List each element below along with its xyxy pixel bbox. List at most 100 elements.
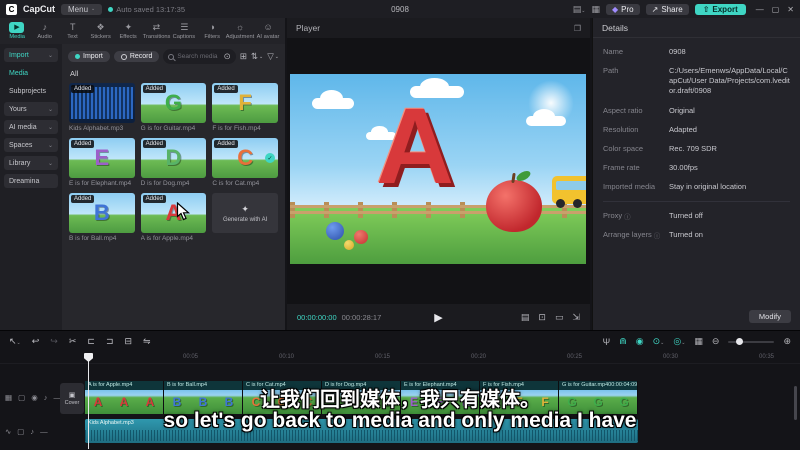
linking-icon[interactable]: ⊙⌄ [653, 336, 665, 347]
tab-transitions[interactable]: ⇄ Transitions [142, 22, 171, 40]
record-button[interactable]: Record [113, 51, 160, 62]
sidebar-item-spaces[interactable]: Spaces ⌄ [4, 138, 58, 152]
detail-row-name: Name 0908 [603, 47, 686, 56]
divider [603, 201, 790, 203]
voiceover-mic-icon[interactable]: Ψ [603, 337, 611, 347]
zoom-out-icon[interactable]: ⊖ [712, 336, 720, 347]
video-thumbnail[interactable]: Added C ✓ [212, 138, 278, 178]
media-item-c-cat[interactable]: Added C ✓ C is for Cat.mp4 [212, 138, 278, 187]
added-badge: Added [71, 85, 95, 93]
export-icon: ⇧ [702, 4, 710, 14]
media-item-g-guitar[interactable]: Added G G is for Guitar.mp4 [140, 83, 207, 132]
maximize-button[interactable]: ▢ [772, 5, 780, 14]
ratio-icon[interactable]: ▭ [555, 312, 564, 323]
minimize-button[interactable]: — [756, 5, 764, 14]
redo-icon[interactable]: ↪ [50, 336, 58, 347]
export-button[interactable]: ⇧ Export [694, 3, 746, 15]
video-thumbnail[interactable]: Added F [212, 83, 278, 123]
media-grid: Added Kids Alphabet.mp3 Added G G is for… [62, 78, 285, 247]
menu-button[interactable]: Menu ⌄ [61, 3, 103, 15]
timeline-toolbar: ↖⌄ ↩ ↪ ✂ ⊏ ⊐ ⊟ ⇋ Ψ ⋒ ◉ ⊙⌄ ◎⌄ ▦ ⊖ ⊕ [0, 331, 800, 352]
delete-right-icon[interactable]: ⊐ [106, 336, 114, 347]
import-button[interactable]: Import [68, 51, 110, 62]
video-thumbnail[interactable]: Added B [69, 193, 135, 233]
auto-snap-icon[interactable]: ◉ [636, 336, 644, 347]
fit-icon[interactable]: ⊡ [538, 312, 546, 323]
timeline-ruler[interactable]: 00:05 00:10 00:15 00:20 00:25 00:30 00:3… [0, 352, 800, 364]
search-by-image-icon[interactable]: ⊙ [224, 51, 231, 62]
tab-ai-avatar[interactable]: ☺ AI avatar [254, 22, 282, 40]
sidebar-item-library[interactable]: Library ⌄ [4, 156, 58, 170]
undo-icon[interactable]: ↩ [32, 336, 40, 347]
info-icon[interactable]: ⓘ [624, 211, 631, 221]
info-icon[interactable]: ⓘ [654, 230, 661, 240]
apple-graphic [486, 168, 542, 232]
share-label: Share [661, 4, 683, 14]
modify-button[interactable]: Modify [748, 310, 791, 323]
tab-stickers[interactable]: ❖ Stickers [87, 22, 115, 40]
sidebar-item-ai-media[interactable]: AI media ⌄ [4, 120, 58, 134]
tab-captions[interactable]: ☰ Captions [170, 22, 198, 40]
pro-button[interactable]: ◆ Pro [606, 3, 640, 15]
zoom-in-icon[interactable]: ⊕ [783, 336, 791, 347]
preview-axis-icon[interactable]: ▦ [694, 336, 703, 347]
video-preview[interactable]: A [290, 74, 586, 264]
tab-filters[interactable]: ◑ Filters [198, 22, 226, 40]
filter-icon[interactable]: ▽ ⌄ [267, 51, 279, 62]
tab-effects[interactable]: ✦ Effects [115, 22, 143, 40]
sidebar-item-dreamina[interactable]: Dreamina [4, 174, 58, 188]
audio-mode-icon[interactable]: ◎⌄ [673, 336, 685, 347]
select-tool-icon[interactable]: ↖⌄ [9, 336, 21, 347]
detail-row-color-space: Color space Rec. 709 SDR [603, 143, 717, 153]
fullscreen-icon[interactable]: ⇲ [572, 312, 580, 323]
generate-with-ai-button[interactable]: ✦ Generate with AI [212, 193, 278, 233]
magnet-snap-icon[interactable]: ⋒ [619, 336, 627, 347]
tab-text[interactable]: T Text [59, 22, 87, 40]
delete-icon[interactable]: ⊟ [124, 336, 132, 347]
media-item-d-dog[interactable]: Added D D is for Dog.mp4 [140, 138, 207, 187]
search-input[interactable]: Search media ⊙ [163, 49, 236, 64]
sidebar-item-import[interactable]: Import ⌄ [4, 48, 58, 62]
share-button[interactable]: ↗ Share [645, 3, 689, 15]
media-item-e-elephant[interactable]: Added E E is for Elephant.mp4 [69, 138, 135, 187]
media-item-kids-alphabet[interactable]: Added Kids Alphabet.mp3 [69, 83, 135, 132]
media-item-b-ball[interactable]: Added B B is for Ball.mp4 [69, 193, 135, 242]
video-thumbnail[interactable]: Added D [140, 138, 207, 178]
zoom-slider-handle[interactable] [736, 337, 744, 345]
player-controls: 00:00:00:00 00:00:28:17 ▶ ▤ ⊡ ▭ ⇲ [287, 304, 590, 330]
sidebar-item-media[interactable]: Media [4, 66, 58, 80]
media-item-a-apple[interactable]: Added A A is for Apple.mp4 [140, 193, 207, 242]
sort-icon[interactable]: ⇅ ⌄ [251, 51, 263, 62]
filters-icon: ◑ [209, 22, 215, 32]
video-thumbnail[interactable]: Added G [140, 83, 207, 123]
delete-left-icon[interactable]: ⊏ [87, 336, 95, 347]
play-button[interactable]: ▶ [434, 311, 442, 324]
layout-compact-icon[interactable]: ▦ [592, 4, 601, 15]
detach-player-icon[interactable]: ❐ [574, 24, 581, 33]
video-thumbnail[interactable]: Added E [69, 138, 135, 178]
sidebar-item-yours[interactable]: Yours ⌄ [4, 102, 58, 116]
search-placeholder: Search media [177, 53, 218, 60]
timeline-zoom-slider[interactable] [728, 337, 775, 345]
mirror-icon[interactable]: ⇋ [143, 336, 151, 347]
audio-thumbnail[interactable]: Added [69, 83, 135, 123]
filter-all-label[interactable]: All [70, 69, 285, 78]
media-item-f-fish[interactable]: Added F F is for Fish.mp4 [212, 83, 278, 132]
tab-adjustment[interactable]: ☼ Adjustment [226, 22, 255, 40]
close-button[interactable]: ✕ [787, 5, 794, 14]
sidebar-item-subprojects[interactable]: Subprojects [4, 84, 58, 98]
current-time: 00:00:00:00 [297, 312, 337, 322]
search-icon [168, 53, 175, 60]
stickers-icon: ❖ [96, 22, 105, 32]
video-thumbnail[interactable]: Added A [140, 193, 207, 233]
total-time: 00:00:28:17 [341, 312, 382, 322]
split-icon[interactable]: ✂ [69, 336, 77, 347]
tab-audio[interactable]: ♪ Audio [31, 22, 59, 40]
quality-icon[interactable]: ▤ [521, 312, 530, 323]
layout-panels-icon[interactable]: ▤⌄ [573, 4, 586, 15]
player-panel: Player ❐ A 00:00:00:00 00:00:28:17 ▶ ▤ ⊡… [287, 18, 590, 330]
tab-media[interactable]: ▶ Media [3, 22, 31, 40]
detail-row-aspect-ratio: Aspect ratio Original [603, 105, 695, 115]
grid-view-icon[interactable]: ⊞ [240, 51, 247, 62]
detail-row-path: Path C:/Users/Emenws/AppData/Local/CapCu… [603, 66, 790, 96]
